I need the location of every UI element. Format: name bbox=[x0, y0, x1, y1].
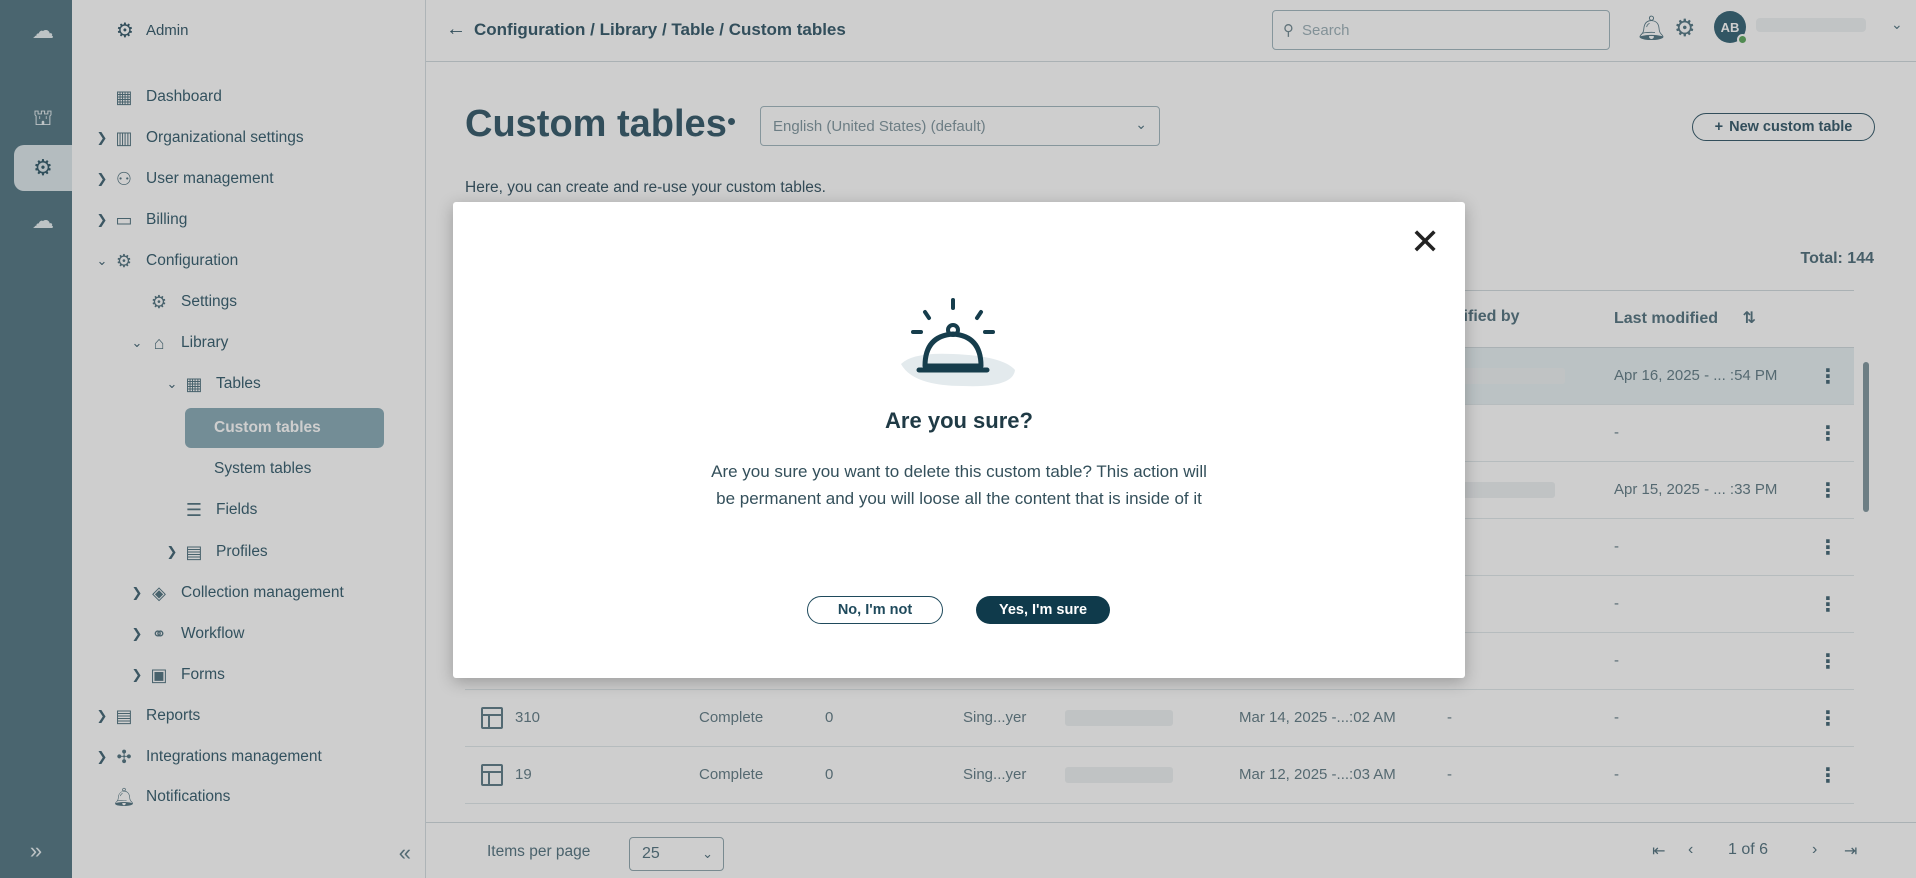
confirm-delete-dialog: ✕ Are you sure? Are you sure you want to… bbox=[453, 202, 1465, 678]
dialog-message: Are you sure you want to delete this cus… bbox=[711, 462, 1207, 508]
cancel-button[interactable]: No, I'm not bbox=[807, 596, 943, 624]
confirm-delete-button[interactable]: Yes, I'm sure bbox=[976, 596, 1110, 624]
service-bell-icon bbox=[901, 298, 1015, 387]
close-icon[interactable]: ✕ bbox=[1410, 224, 1440, 260]
dialog-title: Are you sure? bbox=[885, 408, 1033, 433]
modal-backdrop[interactable]: ✕ Are you sure? Are you sure you want to… bbox=[0, 0, 1916, 878]
